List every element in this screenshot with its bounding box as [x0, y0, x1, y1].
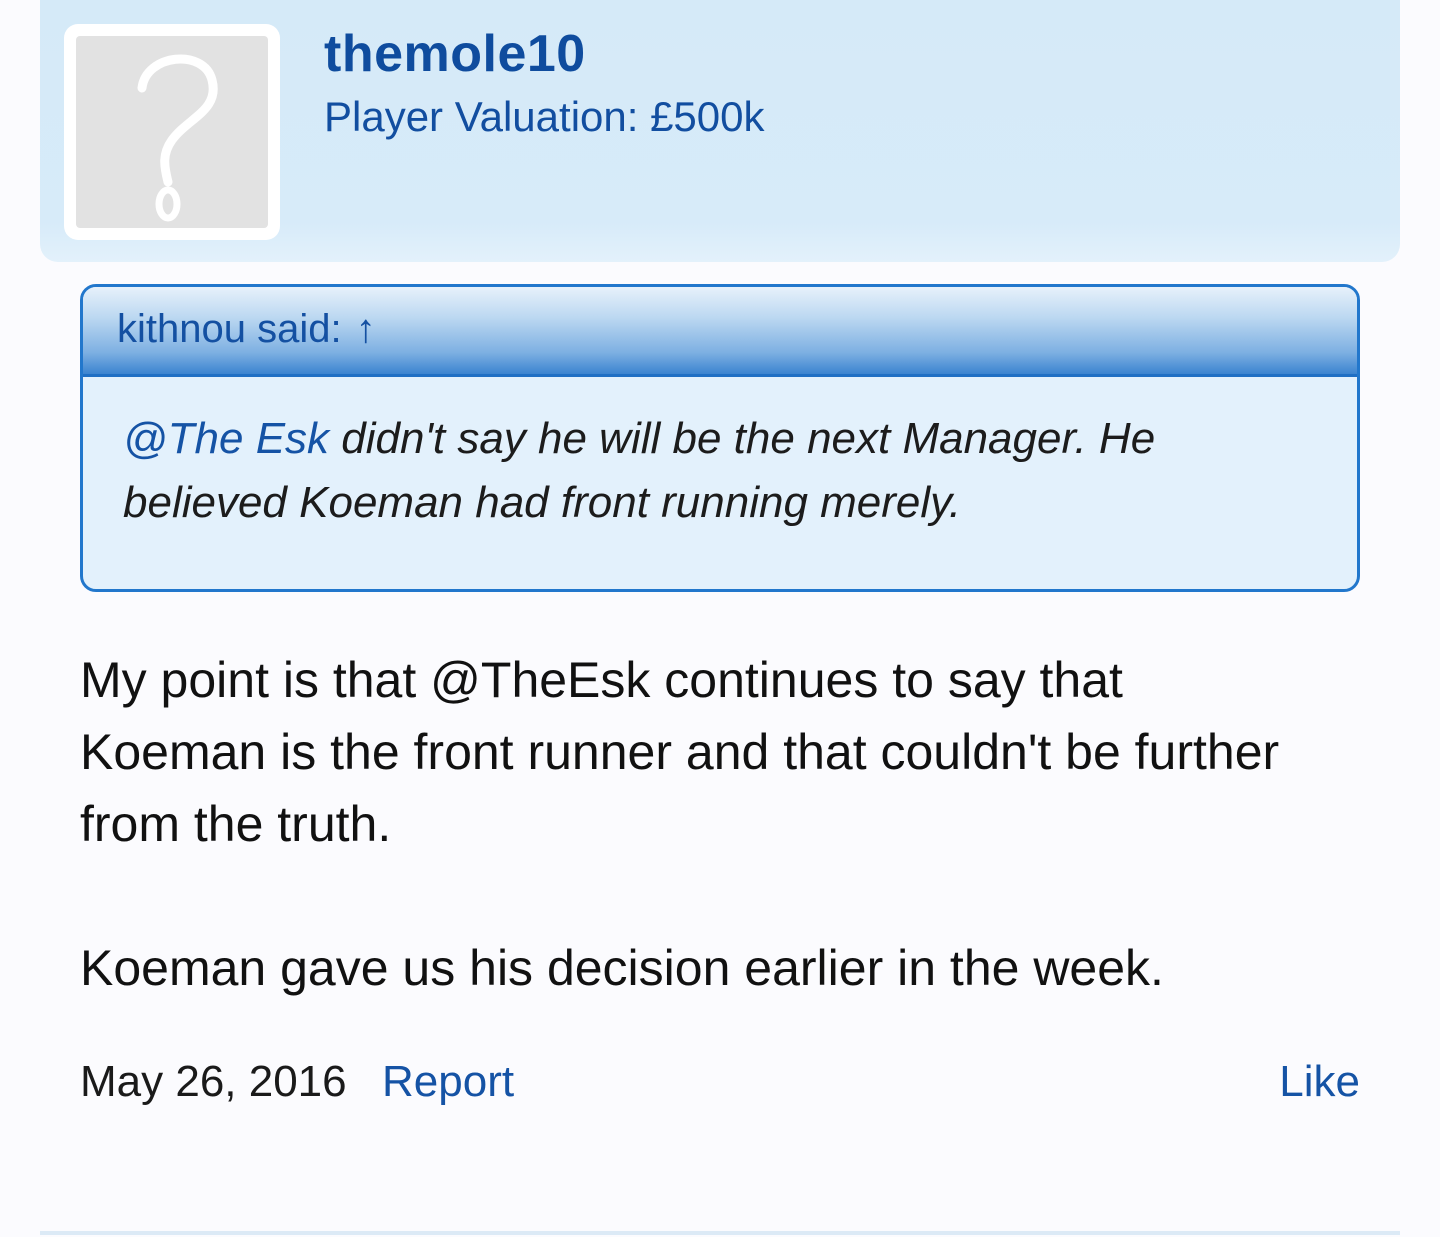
message-user-header: themole10 Player Valuation: £500k	[40, 0, 1400, 262]
post-paragraph: Koeman gave us his decision earlier in t…	[80, 940, 1164, 996]
post-divider	[40, 1231, 1400, 1235]
post-body: My point is that @TheEsk continues to sa…	[80, 644, 1280, 1004]
post-paragraph: My point is that @TheEsk continues to sa…	[80, 652, 1280, 852]
report-link[interactable]: Report	[382, 1050, 514, 1114]
username-link[interactable]: themole10	[324, 24, 586, 84]
quote-body: @The Esk didn't say he will be the next …	[83, 377, 1357, 535]
quote-text-line1: didn't say he will be the next Manager. …	[329, 414, 1156, 463]
arrow-up-icon[interactable]: ↑	[356, 307, 376, 351]
mention-link[interactable]: @The Esk	[123, 414, 329, 463]
avatar[interactable]	[64, 24, 280, 240]
quote-author-label: kithnou said:	[117, 307, 342, 351]
post-footer: May 26, 2016 Report Like	[80, 1050, 1360, 1114]
quote-header[interactable]: kithnou said: ↑	[83, 287, 1357, 377]
post-date[interactable]: May 26, 2016	[80, 1050, 347, 1114]
player-valuation: Player Valuation: £500k	[324, 93, 765, 140]
quote-text-line2: believed Koeman had front running merely…	[123, 478, 962, 527]
question-mark-icon	[76, 36, 268, 228]
quote-block: kithnou said: ↑ @The Esk didn't say he wi…	[80, 284, 1360, 592]
like-link[interactable]: Like	[1279, 1050, 1360, 1114]
post-container: themole10 Player Valuation: £500k kithno…	[0, 0, 1440, 1237]
